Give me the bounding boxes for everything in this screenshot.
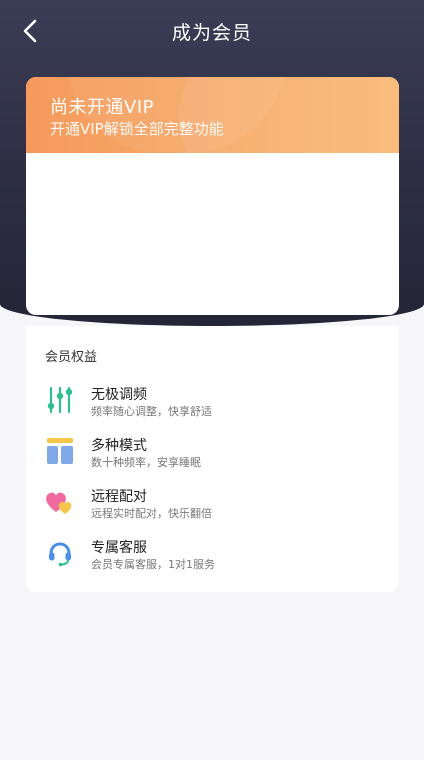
nav-bar: 成为会员 bbox=[0, 0, 424, 64]
headset-icon bbox=[44, 537, 76, 569]
benefit-name: 无极调频 bbox=[91, 387, 147, 403]
benefit-item-remote[interactable]: 远程配对 远程实时配对，快乐翻倍 bbox=[44, 486, 384, 530]
benefit-description: 远程实时配对，快乐翻倍 bbox=[91, 507, 212, 520]
benefit-name: 专属客服 bbox=[91, 540, 147, 556]
benefit-item-service[interactable]: 专属客服 会员专属客服，1对1服务 bbox=[44, 537, 384, 581]
vip-status-subtitle: 开通VIP解锁全部完整功能 bbox=[50, 120, 224, 138]
benefit-name: 远程配对 bbox=[91, 489, 147, 505]
sliders-icon bbox=[44, 384, 76, 416]
benefit-description: 数十种频率，安享睡眠 bbox=[91, 456, 201, 469]
benefits-heading: 会员权益 bbox=[45, 350, 98, 365]
vip-card-header: 尚未开通VIP 开通VIP解锁全部完整功能 bbox=[26, 77, 399, 153]
benefit-description: 会员专属客服，1对1服务 bbox=[91, 558, 215, 571]
hearts-icon bbox=[44, 486, 76, 518]
benefit-name: 多种模式 bbox=[91, 438, 147, 454]
page-title: 成为会员 bbox=[171, 22, 252, 44]
benefit-item-modes[interactable]: 多种模式 数十种频率，安享睡眠 bbox=[44, 435, 384, 479]
layout-icon bbox=[44, 435, 76, 467]
vip-status-title: 尚未开通VIP bbox=[50, 97, 154, 118]
benefit-item-frequency[interactable]: 无极调频 频率随心调整，快享舒适 bbox=[44, 384, 384, 428]
benefit-description: 频率随心调整，快享舒适 bbox=[91, 405, 212, 418]
vip-status-card: 尚未开通VIP 开通VIP解锁全部完整功能 bbox=[26, 77, 399, 315]
member-benefits-panel: 会员权益 无极调频 频率随心调整，快享舒适 多种模式 数十种频率，安享睡眠 远程… bbox=[26, 326, 399, 592]
